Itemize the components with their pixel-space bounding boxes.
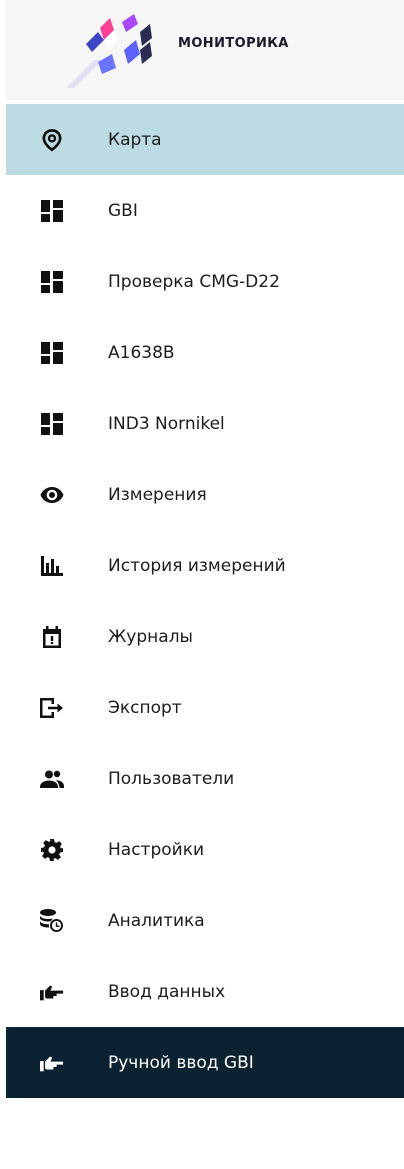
menu-item-measurements[interactable]: Измерения: [6, 459, 404, 530]
menu-item-gbi[interactable]: GBI: [6, 175, 404, 246]
hand-pointing-icon: [40, 980, 64, 1004]
eye-icon: [40, 483, 64, 507]
hand-pointing-icon: [40, 1051, 64, 1075]
menu-item-label: Ввод данных: [108, 981, 226, 1002]
menu-item-label: A1638B: [108, 342, 175, 363]
menu-item-label: История измерений: [108, 555, 286, 576]
menu-item-label: Измерения: [108, 484, 207, 505]
menu-item-settings[interactable]: Настройки: [6, 814, 404, 885]
database-clock-icon: [40, 908, 64, 933]
menu-item-data-entry[interactable]: Ввод данных: [6, 956, 404, 1027]
nav-menu: Карта GBI Проверка CMG-D22 A1638B IND3 N…: [6, 104, 404, 1098]
menu-item-label: Пользователи: [108, 768, 235, 789]
menu-item-label: Проверка CMG-D22: [108, 271, 280, 292]
users-icon: [40, 767, 64, 791]
sidebar: МОНИТОРИКА Карта GBI Проверка CMG-D22 A1…: [0, 0, 404, 1169]
calendar-alert-icon: [40, 625, 64, 649]
menu-item-users[interactable]: Пользователи: [6, 743, 404, 814]
menu-item-label: Журналы: [108, 626, 193, 647]
dashboard-icon: [40, 270, 64, 294]
menu-item-export[interactable]: Экспорт: [6, 672, 404, 743]
brand-header[interactable]: МОНИТОРИКА: [6, 0, 404, 100]
menu-item-map[interactable]: Карта: [6, 104, 404, 175]
menu-item-ind3-nornikel[interactable]: IND3 Nornikel: [6, 388, 404, 459]
menu-item-label: Карта: [108, 129, 162, 150]
bar-chart-icon: [40, 554, 64, 578]
menu-item-measurement-history[interactable]: История измерений: [6, 530, 404, 601]
menu-item-label: Ручной ввод GBI: [108, 1052, 254, 1073]
dashboard-icon: [40, 412, 64, 436]
gear-icon: [40, 838, 64, 862]
dashboard-icon: [40, 199, 64, 223]
export-icon: [40, 696, 64, 720]
menu-item-label: Экспорт: [108, 697, 182, 718]
menu-item-logs[interactable]: Журналы: [6, 601, 404, 672]
brand-name: МОНИТОРИКА: [178, 36, 289, 51]
menu-item-label: Настройки: [108, 839, 205, 860]
menu-item-label: Аналитика: [108, 910, 205, 931]
dashboard-icon: [40, 341, 64, 365]
menu-item-manual-gbi-entry[interactable]: Ручной ввод GBI: [6, 1027, 404, 1098]
map-pin-icon: [40, 128, 64, 152]
menu-item-check-cmg-d22[interactable]: Проверка CMG-D22: [6, 246, 404, 317]
menu-item-label: IND3 Nornikel: [108, 413, 225, 434]
menu-item-analytics[interactable]: Аналитика: [6, 885, 404, 956]
menu-item-label: GBI: [108, 200, 138, 221]
menu-item-a1638b[interactable]: A1638B: [6, 317, 404, 388]
brand-logo-icon: [66, 14, 152, 88]
